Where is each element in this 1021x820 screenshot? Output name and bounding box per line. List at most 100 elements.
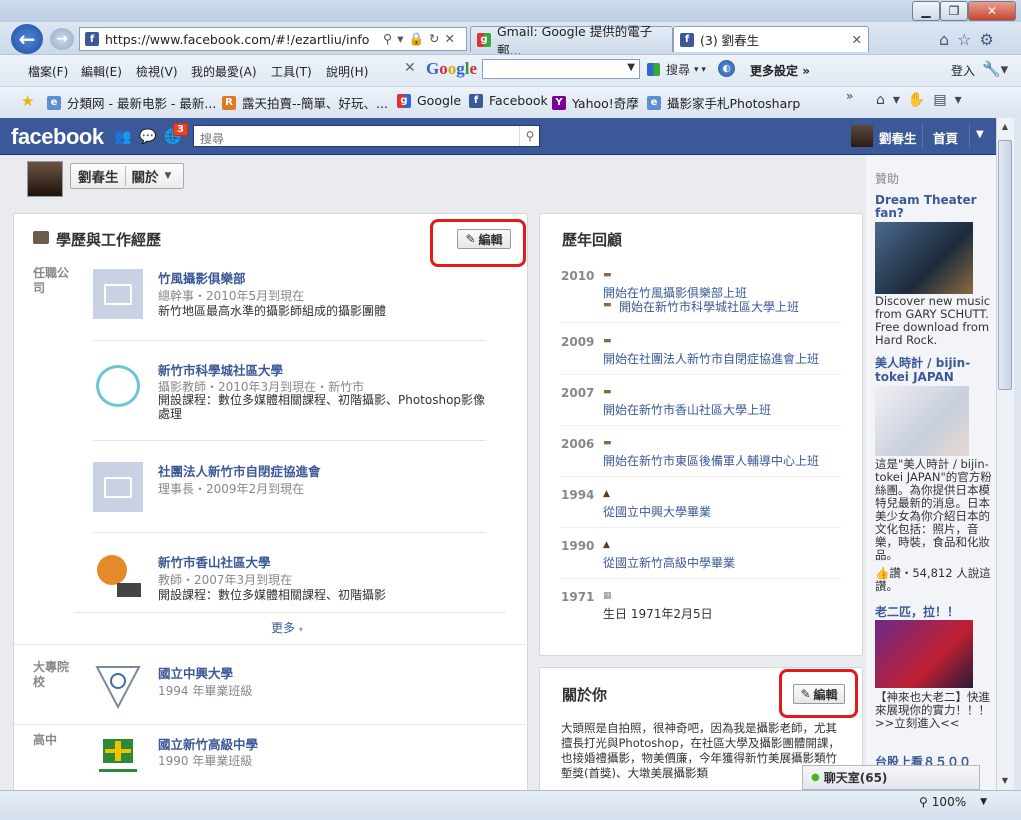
favorite-link-6[interactable]: e 攝影家手札Photosharp bbox=[647, 93, 800, 112]
timeline-year: 2009 bbox=[561, 335, 595, 349]
toolbar-close-icon[interactable]: ✕ bbox=[404, 60, 416, 76]
employer-logo[interactable] bbox=[93, 553, 143, 603]
divider bbox=[14, 724, 525, 725]
ad-like[interactable]: 👍讚・54,812 人說這讚。 bbox=[875, 567, 993, 593]
menu-edit[interactable]: 編輯(E) bbox=[81, 63, 122, 80]
timeline-event[interactable]: 開始在新竹市東區後備軍人輔導中心上班 bbox=[603, 452, 819, 469]
close-tab-icon[interactable]: ✕ bbox=[852, 32, 862, 47]
google-favicon-icon: g bbox=[477, 32, 491, 47]
scroll-thumb[interactable] bbox=[998, 140, 1012, 390]
timeline-event[interactable]: 開始在新竹市香山社區大學上班 bbox=[603, 401, 771, 418]
profile-breadcrumb[interactable]: 劉春生 關於 ▼ bbox=[70, 163, 184, 189]
menu-favorites[interactable]: 我的最愛(A) bbox=[191, 63, 257, 80]
briefcase-icon bbox=[33, 231, 49, 244]
favorites-overflow-icon[interactable]: » bbox=[846, 89, 853, 103]
home-star-gear-icons[interactable]: ⌂☆⚙ bbox=[939, 30, 1002, 49]
ad-title[interactable]: Dream Theater fan? bbox=[875, 194, 993, 220]
timeline-event[interactable]: 開始在新竹市科學城社區大學上班 bbox=[619, 298, 799, 315]
college-meta: 1994 年畢業班級 bbox=[158, 684, 253, 698]
signin-link[interactable]: 登入 bbox=[951, 62, 975, 79]
maximize-button[interactable]: ❐ bbox=[940, 1, 968, 21]
timeline-event[interactable]: 從國立新竹高級中學畢業 bbox=[603, 554, 735, 571]
friend-requests-icon[interactable]: 👥 bbox=[114, 129, 131, 145]
timeline-event[interactable]: 從國立中興大學畢業 bbox=[603, 503, 711, 520]
scroll-up-icon[interactable]: ▲ bbox=[997, 118, 1013, 134]
favorites-star-icon[interactable]: ★ bbox=[21, 92, 34, 110]
minimize-button[interactable]: ▁ bbox=[912, 1, 940, 21]
employer-desc: 開設課程：數位多媒體相關課程、初階攝影 bbox=[158, 588, 387, 602]
highschool-logo[interactable] bbox=[93, 733, 143, 783]
employer-label: 任職公司 bbox=[33, 266, 70, 295]
chat-bar[interactable]: ● 聊天室(65) bbox=[802, 765, 980, 790]
divider bbox=[561, 527, 841, 528]
menu-view[interactable]: 檢視(V) bbox=[136, 63, 178, 80]
divider bbox=[561, 374, 841, 375]
employer-name[interactable]: 新竹市科學城社區大學 bbox=[158, 360, 283, 379]
college-name[interactable]: 國立中興大學 bbox=[158, 663, 233, 682]
forward-icon[interactable]: → bbox=[50, 28, 74, 50]
favorite-link-4[interactable]: f Facebook bbox=[469, 93, 548, 108]
account-dropdown-icon[interactable]: ▼ bbox=[976, 129, 984, 140]
menu-help[interactable]: 說明(H) bbox=[326, 63, 368, 80]
timeline-year: 1990 bbox=[561, 539, 595, 553]
zoom-level: 100% bbox=[931, 795, 967, 809]
menu-tools[interactable]: 工具(T) bbox=[271, 63, 312, 80]
briefcase-icon: ▬ bbox=[603, 387, 612, 397]
ad-title[interactable]: 老二匹，拉！！ bbox=[875, 603, 993, 620]
edit-button[interactable]: ✎ 編輯 bbox=[457, 229, 511, 249]
employer-desc: 新竹地區最高水準的攝影師組成的攝影團體 bbox=[158, 304, 387, 318]
employer-name[interactable]: 新竹市香山社區大學 bbox=[158, 552, 271, 571]
ad-like-text: 讚・54,812 人說這讚。 bbox=[875, 566, 991, 593]
more-link[interactable]: 更多 ▾ bbox=[271, 619, 303, 636]
zoom-icon: ⚲ bbox=[919, 795, 928, 809]
favorite-link-5[interactable]: Y Yahoo!奇摩 bbox=[552, 93, 639, 112]
edit-button[interactable]: ✎ 編輯 bbox=[793, 684, 845, 704]
back-icon[interactable]: ← bbox=[11, 24, 43, 54]
scroll-down-icon[interactable]: ▼ bbox=[997, 772, 1013, 788]
highschool-name[interactable]: 國立新竹高級中學 bbox=[158, 734, 258, 753]
tab-facebook[interactable]: f (3) 劉春生 ✕ bbox=[673, 26, 869, 52]
home-link[interactable]: 首頁 bbox=[933, 128, 958, 147]
ad-text: Discover new music from GARY SCHUTT. Fre… bbox=[875, 294, 991, 347]
employer-logo[interactable] bbox=[93, 269, 143, 319]
profile-name[interactable]: 劉春生 bbox=[71, 166, 125, 186]
ad-image[interactable] bbox=[875, 620, 973, 688]
timeline-event[interactable]: 開始在社團法人新竹市自閉症協進會上班 bbox=[603, 350, 819, 367]
profile-avatar[interactable] bbox=[27, 161, 63, 197]
google-search-input[interactable]: ▼ bbox=[482, 59, 640, 79]
ad-title[interactable]: 美人時計 / bijin-tokei JAPAN bbox=[875, 356, 993, 384]
facebook-search-input[interactable]: 搜尋 bbox=[193, 125, 540, 147]
address-bar[interactable]: f https://www.facebook.com/#!/ezartliu/i… bbox=[79, 27, 467, 51]
more-label: 更多 bbox=[271, 621, 296, 635]
employer-name[interactable]: 竹風攝影俱樂部 bbox=[158, 268, 246, 287]
zoom-control[interactable]: ⚲ 100% ▼ bbox=[919, 795, 987, 809]
menu-file[interactable]: 檔案(F) bbox=[28, 63, 68, 80]
college-label: 大專院校 bbox=[33, 660, 70, 689]
user-avatar[interactable] bbox=[851, 125, 873, 147]
globe-icon[interactable]: ◐ bbox=[718, 60, 735, 77]
favorite-link-1[interactable]: e 分類网 - 最新电影 - 最新... bbox=[47, 93, 216, 112]
more-settings-label: 更多設定 bbox=[750, 64, 799, 78]
employer-name[interactable]: 社團法人新竹市自閉症協進會 bbox=[158, 461, 321, 480]
ad-image[interactable] bbox=[875, 386, 969, 456]
birthday-event: 生日 1971年2月5日 bbox=[603, 607, 713, 621]
employer-logo[interactable] bbox=[93, 361, 143, 411]
favorite-label: Google bbox=[417, 93, 462, 108]
close-window-button[interactable]: ✕ bbox=[968, 1, 1016, 21]
messages-icon[interactable]: 💬 bbox=[139, 129, 156, 145]
wrench-icon[interactable]: 🔧▾ bbox=[982, 60, 1008, 78]
about-text: 大頭照是自拍照，很神奇吧，因為我是攝影老師，尤其擅長打光與Photoshop，在… bbox=[561, 721, 840, 780]
more-settings-button[interactable]: 更多設定 » bbox=[750, 62, 810, 79]
college-logo[interactable] bbox=[93, 661, 143, 711]
search-icon[interactable]: ⚲ bbox=[519, 126, 540, 146]
command-bar-icons[interactable]: ⌂▾✋▤▾ bbox=[876, 92, 970, 108]
address-actions-icon[interactable]: ⚲▾🔒↻✕ bbox=[383, 31, 460, 47]
employer-logo[interactable] bbox=[93, 462, 143, 512]
tab-gmail[interactable]: g Gmail: Google 提供的電子郵... bbox=[470, 24, 673, 58]
favorite-link-3[interactable]: g Google bbox=[397, 93, 461, 108]
favorite-link-2[interactable]: R 露天拍賣--簡單、好玩、... bbox=[222, 93, 388, 112]
user-name-link[interactable]: 劉春生 bbox=[879, 128, 917, 147]
ad-image[interactable] bbox=[875, 222, 973, 294]
toolbar-search-button[interactable]: 搜尋 ▾ ▾ bbox=[647, 61, 706, 78]
facebook-logo[interactable]: facebook bbox=[11, 124, 104, 150]
